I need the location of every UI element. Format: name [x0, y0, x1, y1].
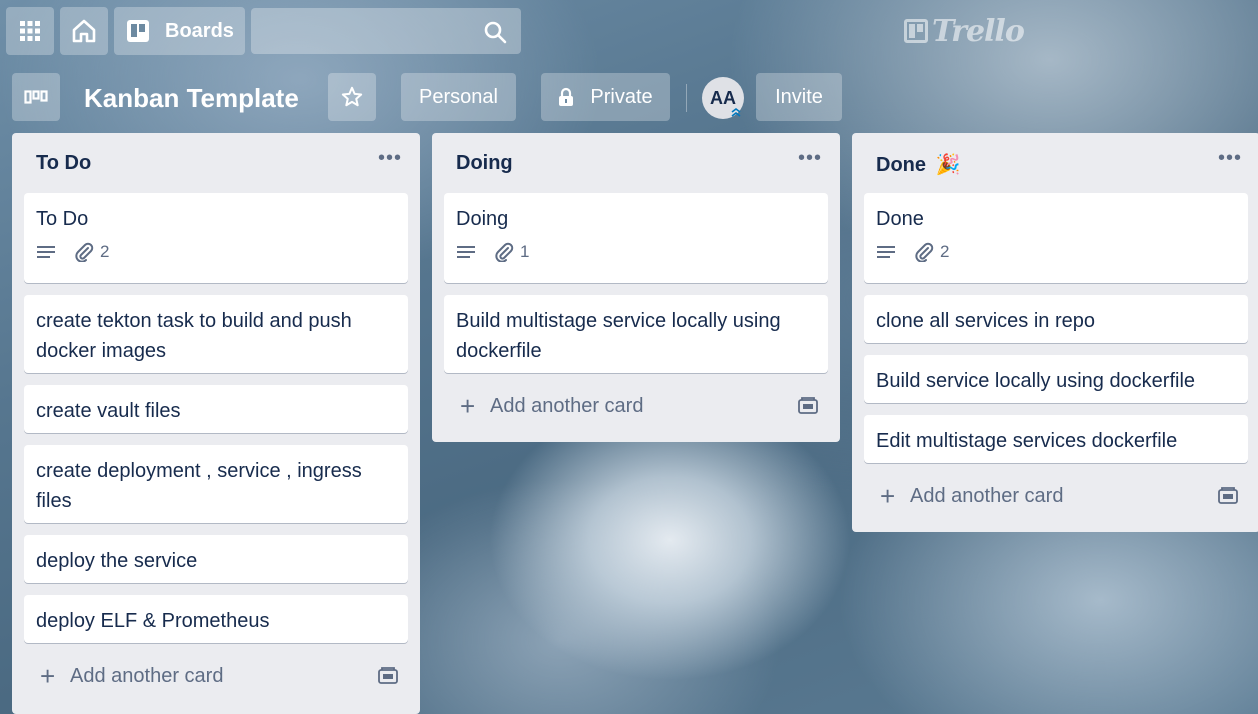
- star-icon: [341, 86, 363, 107]
- paperclip-icon: [75, 242, 94, 262]
- plus-icon: +: [460, 391, 476, 421]
- card[interactable]: To Do 2: [24, 193, 408, 283]
- card-template-icon[interactable]: [1218, 487, 1238, 505]
- card-title: deploy the service: [36, 550, 198, 572]
- attachment-badge: 1: [494, 237, 529, 267]
- card-template-icon[interactable]: [798, 397, 818, 415]
- team-visibility-button[interactable]: Personal: [401, 73, 516, 121]
- card[interactable]: Build multistage service locally using d…: [444, 295, 828, 373]
- paperclip-icon: [495, 242, 514, 262]
- list-header: Done 🎉 •••: [852, 133, 1258, 193]
- list-menu-icon[interactable]: •••: [1218, 147, 1242, 170]
- search-icon[interactable]: [483, 20, 507, 44]
- privacy-button[interactable]: Private: [541, 73, 670, 121]
- invite-label: Invite: [775, 85, 823, 108]
- card-template-icon[interactable]: [378, 667, 398, 685]
- card[interactable]: Done 2: [864, 193, 1248, 283]
- list-title-text: Done: [876, 154, 926, 176]
- add-card-label: Add another card: [490, 395, 644, 417]
- card-title: Build service locally using dockerfile: [876, 370, 1196, 392]
- board-switch-icon: [24, 90, 48, 104]
- list-title[interactable]: Doing: [456, 152, 513, 175]
- list-done[interactable]: Done 🎉 ••• Done 2 clone all services in …: [852, 133, 1258, 532]
- add-card-label: Add another card: [910, 485, 1064, 507]
- description-icon: [37, 246, 55, 258]
- description-badge: [456, 244, 476, 260]
- admin-badge-icon: [731, 108, 741, 117]
- list-title[interactable]: Done 🎉: [876, 152, 960, 177]
- boards-label: Boards: [165, 19, 234, 42]
- description-badge: [876, 244, 896, 260]
- card-title: Edit multistage services dockerfile: [876, 430, 1178, 452]
- list-header: To Do •••: [12, 133, 420, 193]
- list-title[interactable]: To Do: [36, 152, 91, 175]
- attachment-count: 2: [940, 242, 950, 261]
- board-menu-button[interactable]: [12, 73, 60, 121]
- plus-icon: +: [40, 661, 56, 691]
- add-card-label: Add another card: [70, 665, 224, 687]
- trello-logo[interactable]: Trello: [904, 13, 1025, 49]
- card[interactable]: deploy the service: [24, 535, 408, 583]
- trello-logo-text: Trello: [932, 13, 1025, 49]
- home-icon: [72, 19, 96, 43]
- card[interactable]: deploy ELF & Prometheus: [24, 595, 408, 643]
- party-popper-icon: 🎉: [935, 154, 961, 176]
- card-title: create tekton task to build and push doc…: [36, 310, 352, 362]
- add-card-button[interactable]: + Add another card: [24, 655, 408, 703]
- plus-icon: +: [880, 481, 896, 511]
- card[interactable]: create tekton task to build and push doc…: [24, 295, 408, 373]
- list-todo[interactable]: To Do ••• To Do 2 create tekton task to …: [12, 133, 420, 714]
- card-title: deploy ELF & Prometheus: [36, 610, 270, 632]
- card[interactable]: Doing 1: [444, 193, 828, 283]
- apps-button[interactable]: [6, 7, 54, 55]
- add-card-button[interactable]: + Add another card: [444, 385, 828, 433]
- search-bar[interactable]: [251, 8, 521, 54]
- description-badge: [36, 244, 56, 260]
- home-button[interactable]: [60, 7, 108, 55]
- search-input[interactable]: [251, 8, 521, 54]
- list-menu-icon[interactable]: •••: [798, 147, 822, 170]
- list-header: Doing •••: [432, 133, 840, 193]
- card[interactable]: Edit multistage services dockerfile: [864, 415, 1248, 463]
- star-button[interactable]: [328, 73, 376, 121]
- paperclip-icon: [915, 242, 934, 262]
- boards-button[interactable]: Boards: [114, 7, 245, 55]
- team-visibility-label: Personal: [419, 85, 498, 108]
- attachment-count: 2: [100, 242, 110, 261]
- add-card-button[interactable]: + Add another card: [864, 475, 1248, 523]
- trello-logo-icon: [904, 19, 928, 43]
- card-title: To Do: [36, 208, 89, 230]
- attachment-count: 1: [520, 242, 530, 261]
- grid-icon: [20, 21, 40, 41]
- card-title: create vault files: [36, 400, 181, 422]
- attachment-badge: 2: [914, 237, 949, 267]
- list-doing[interactable]: Doing ••• Doing 1 Build multistage servi…: [432, 133, 840, 442]
- header-divider: [686, 84, 687, 112]
- attachment-badge: 2: [74, 237, 109, 267]
- card-title: Doing: [456, 208, 509, 230]
- list-menu-icon[interactable]: •••: [378, 147, 402, 170]
- card-badges: 2: [876, 240, 1236, 264]
- card[interactable]: Build service locally using dockerfile: [864, 355, 1248, 403]
- card-title: clone all services in repo: [876, 310, 1095, 332]
- board-icon: [127, 20, 149, 42]
- board-title[interactable]: Kanban Template: [84, 80, 299, 116]
- description-icon: [877, 246, 895, 258]
- card-title: Done: [876, 208, 924, 230]
- member-avatar[interactable]: AA: [702, 77, 744, 119]
- top-header: Boards Trello: [0, 0, 1258, 62]
- card-title: create deployment , service , ingress fi…: [36, 460, 362, 512]
- description-icon: [457, 246, 475, 258]
- member-initials: AA: [710, 87, 736, 108]
- lock-icon: [559, 87, 574, 106]
- card[interactable]: create vault files: [24, 385, 408, 433]
- card-title: Build multistage service locally using d…: [456, 310, 781, 362]
- invite-button[interactable]: Invite: [756, 73, 842, 121]
- card[interactable]: clone all services in repo: [864, 295, 1248, 343]
- card[interactable]: create deployment , service , ingress fi…: [24, 445, 408, 523]
- privacy-label: Private: [590, 85, 653, 108]
- card-badges: 2: [36, 240, 396, 264]
- card-badges: 1: [456, 240, 816, 264]
